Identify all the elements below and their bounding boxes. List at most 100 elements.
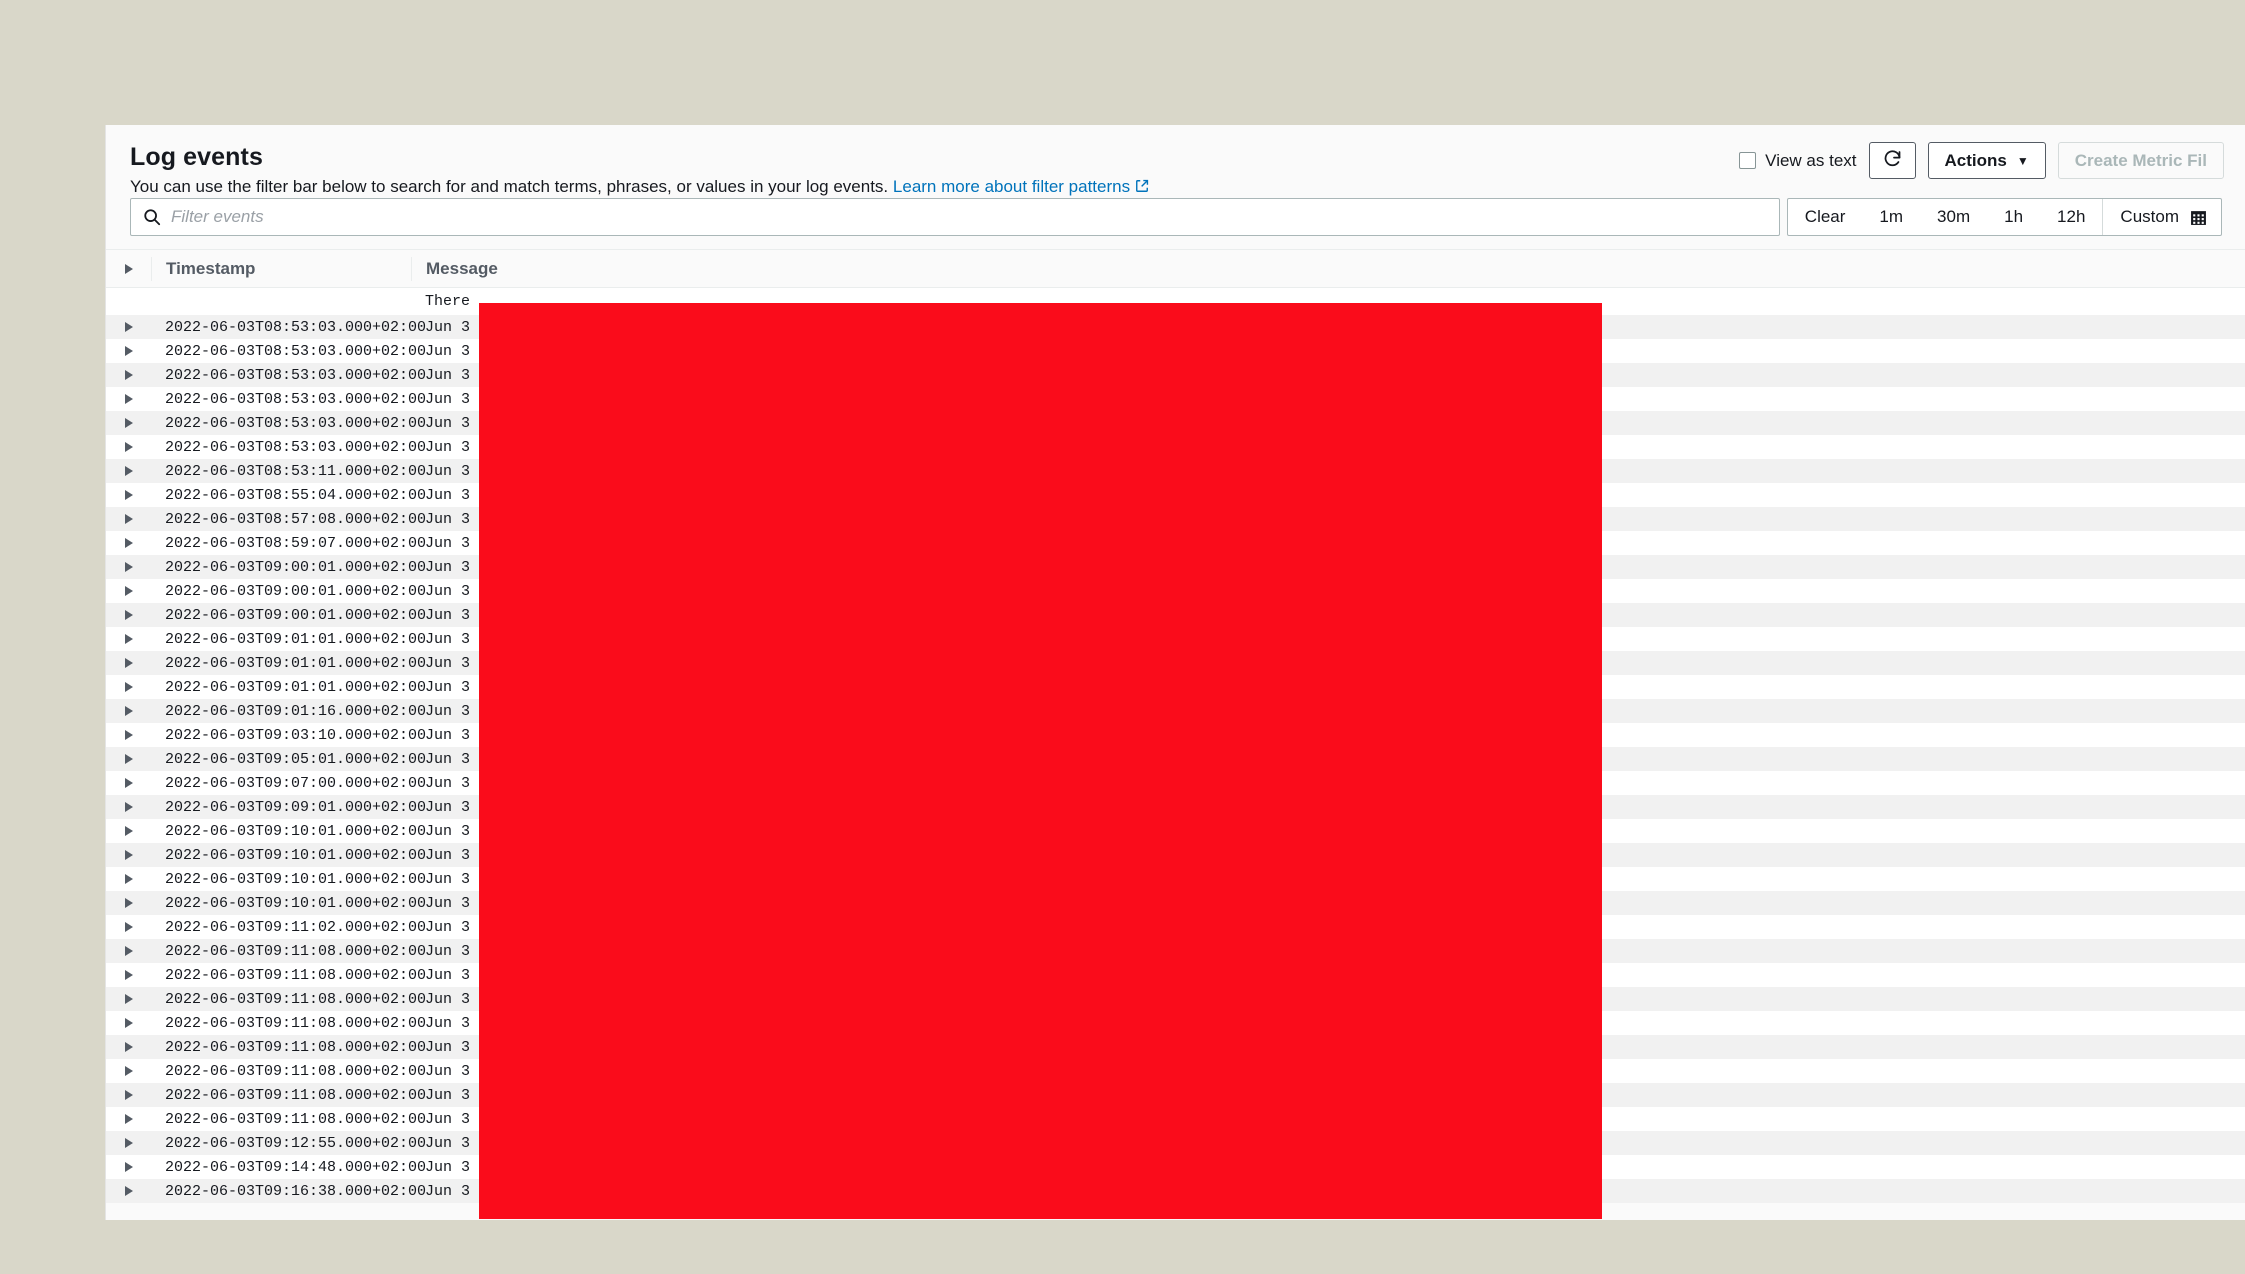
range-clear-button[interactable]: Clear (1788, 199, 1863, 235)
row-message-text: There (425, 293, 471, 310)
row-message-text: Jun 3 (425, 966, 471, 984)
row-expand-toggle[interactable] (106, 514, 151, 524)
row-expand-toggle[interactable] (106, 898, 151, 908)
row-message-text: Jun 3 (425, 1110, 471, 1128)
row-expand-toggle[interactable] (106, 1114, 151, 1124)
external-link-icon (1135, 177, 1149, 192)
row-timestamp-text: 2022-06-03T08:57:08.000+02:00 (165, 510, 427, 528)
row-expand-toggle[interactable] (106, 874, 151, 884)
chevron-right-icon (124, 874, 133, 884)
row-timestamp-text: 2022-06-03T09:07:00.000+02:00 (165, 774, 427, 792)
row-timestamp-text: 2022-06-03T08:53:03.000+02:00 (165, 438, 427, 456)
row-expand-toggle[interactable] (106, 490, 151, 500)
row-expand-toggle[interactable] (106, 466, 151, 476)
row-expand-toggle[interactable] (106, 1186, 151, 1196)
row-timestamp-cell: 2022-06-03T08:59:07.000+02:00 (151, 531, 426, 555)
create-metric-filter-button[interactable]: Create Metric Fil (2057, 142, 2224, 179)
row-expand-toggle[interactable] (106, 1138, 151, 1148)
range-12h-button[interactable]: 12h (2040, 199, 2102, 235)
row-timestamp-text: 2022-06-03T08:59:07.000+02:00 (165, 534, 427, 552)
expand-all-toggle[interactable] (106, 263, 151, 274)
row-timestamp-text: 2022-06-03T09:01:01.000+02:00 (165, 630, 427, 648)
row-expand-toggle[interactable] (106, 634, 151, 644)
row-expand-toggle[interactable] (106, 562, 151, 572)
search-input[interactable] (171, 200, 1779, 234)
row-expand-toggle[interactable] (106, 346, 151, 356)
row-expand-toggle[interactable] (106, 394, 151, 404)
description-text: You can use the filter bar below to sear… (130, 177, 889, 196)
row-expand-toggle[interactable] (106, 322, 151, 332)
row-timestamp-text: 2022-06-03T09:16:38.000+02:00 (165, 1182, 427, 1200)
chevron-right-icon (124, 346, 133, 356)
row-expand-toggle[interactable] (106, 682, 151, 692)
range-1h-button[interactable]: 1h (1987, 199, 2040, 235)
row-expand-toggle[interactable] (106, 826, 151, 836)
row-expand-toggle[interactable] (106, 994, 151, 1004)
row-timestamp-cell: 2022-06-03T09:12:55.000+02:00 (151, 1131, 426, 1155)
chevron-down-icon: ▼ (2016, 153, 2029, 168)
row-expand-toggle[interactable] (106, 754, 151, 764)
chevron-right-icon (124, 826, 133, 836)
row-expand-toggle[interactable] (106, 850, 151, 860)
row-expand-toggle[interactable] (106, 1042, 151, 1052)
row-timestamp-cell: 2022-06-03T08:53:11.000+02:00 (151, 459, 426, 483)
row-timestamp-text: 2022-06-03T08:55:04.000+02:00 (165, 486, 427, 504)
row-expand-toggle[interactable] (106, 1090, 151, 1100)
row-expand-toggle[interactable] (106, 658, 151, 668)
row-timestamp-text: 2022-06-03T08:53:03.000+02:00 (165, 318, 427, 336)
row-timestamp-cell: 2022-06-03T09:10:01.000+02:00 (151, 891, 426, 915)
view-as-text-checkbox[interactable] (1739, 152, 1757, 169)
view-as-text-label: View as text (1765, 150, 1857, 170)
row-expand-toggle[interactable] (106, 1162, 151, 1172)
chevron-right-icon (124, 946, 133, 956)
row-message-text: Jun 3 (425, 798, 471, 816)
chevron-right-icon (124, 922, 133, 932)
range-30m-button[interactable]: 30m (1920, 199, 1987, 235)
row-message-text: Jun 3 (425, 1134, 471, 1152)
chevron-right-icon (124, 898, 133, 908)
row-expand-toggle[interactable] (106, 1066, 151, 1076)
row-expand-toggle[interactable] (106, 802, 151, 812)
row-expand-toggle[interactable] (106, 538, 151, 548)
row-expand-toggle[interactable] (106, 922, 151, 932)
row-message-text: Jun 3 (425, 606, 471, 624)
row-expand-toggle[interactable] (106, 418, 151, 428)
row-expand-toggle[interactable] (106, 706, 151, 716)
chevron-right-icon (124, 322, 133, 332)
row-timestamp-text: 2022-06-03T09:10:01.000+02:00 (165, 822, 427, 840)
range-custom-button[interactable]: Custom (2102, 199, 2221, 235)
row-timestamp-text: 2022-06-03T09:11:08.000+02:00 (165, 1110, 427, 1128)
view-as-text-toggle[interactable]: View as text (1739, 150, 1857, 171)
row-message-text: Jun 3 (425, 582, 471, 600)
filter-patterns-link[interactable]: Learn more about filter patterns (893, 177, 1130, 196)
column-header-message[interactable]: Message (411, 256, 2245, 281)
row-expand-toggle[interactable] (106, 370, 151, 380)
row-expand-toggle[interactable] (106, 1018, 151, 1028)
row-timestamp-cell: 2022-06-03T08:53:03.000+02:00 (151, 339, 426, 363)
chevron-right-icon (124, 970, 133, 980)
expand-all-icon (124, 263, 133, 274)
refresh-button[interactable] (1868, 142, 1916, 179)
row-expand-toggle[interactable] (106, 730, 151, 740)
row-timestamp-cell: 2022-06-03T09:11:08.000+02:00 (151, 1011, 426, 1035)
row-timestamp-cell: 2022-06-03T09:03:10.000+02:00 (151, 723, 426, 747)
refresh-icon (1882, 148, 1903, 174)
row-timestamp-cell: 2022-06-03T09:11:08.000+02:00 (151, 1035, 426, 1059)
row-expand-toggle[interactable] (106, 586, 151, 596)
row-message-text: Jun 3 (425, 846, 471, 864)
row-expand-toggle[interactable] (106, 970, 151, 980)
column-header-timestamp[interactable]: Timestamp (151, 256, 411, 281)
row-expand-toggle[interactable] (106, 946, 151, 956)
actions-button[interactable]: Actions ▼ (1927, 142, 2046, 179)
row-expand-toggle[interactable] (106, 778, 151, 788)
row-timestamp-cell: 2022-06-03T09:00:01.000+02:00 (151, 555, 426, 579)
row-timestamp-cell: 2022-06-03T09:11:08.000+02:00 (151, 939, 426, 963)
row-expand-toggle[interactable] (106, 442, 151, 452)
row-timestamp-text: 2022-06-03T08:53:03.000+02:00 (165, 390, 427, 408)
row-message-text: Jun 3 (425, 678, 471, 696)
range-1m-button[interactable]: 1m (1862, 199, 1920, 235)
filter-events-search-box[interactable] (130, 198, 1780, 236)
row-message-text: Jun 3 (425, 462, 471, 480)
chevron-right-icon (124, 634, 133, 644)
row-expand-toggle[interactable] (106, 610, 151, 620)
